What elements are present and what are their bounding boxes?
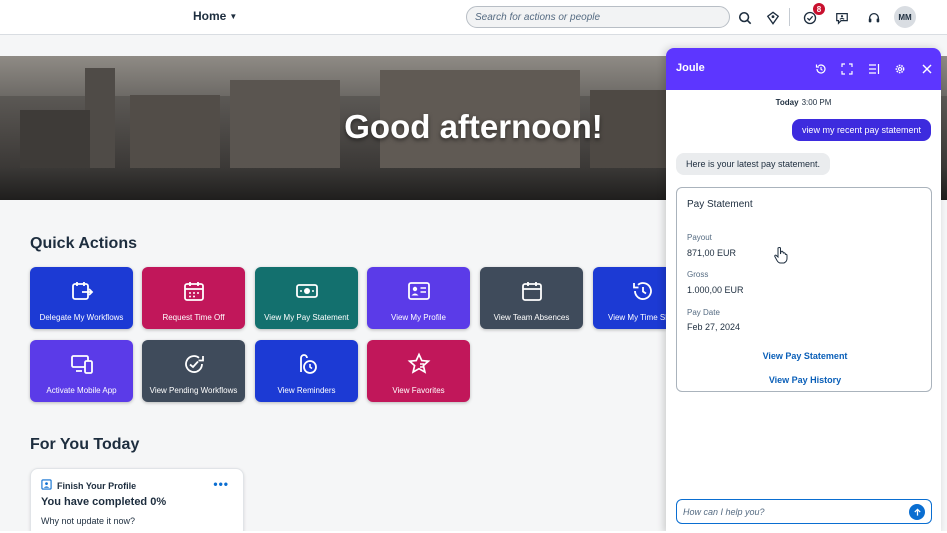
tile-view-reminders[interactable]: View Reminders <box>255 340 358 402</box>
tile-view-my-pay-statement[interactable]: View My Pay Statement <box>255 267 358 329</box>
tile-view-my-profile[interactable]: View My Profile <box>367 267 470 329</box>
tile-label: Delegate My Workflows <box>39 313 124 322</box>
tile-view-my-time-sheet[interactable]: View My Time Sheet <box>593 267 666 329</box>
history-icon <box>630 278 656 304</box>
delegate-workflow-icon <box>69 278 95 304</box>
tile-label: View Favorites <box>392 386 445 395</box>
gear-icon[interactable] <box>893 62 907 76</box>
card-header: Finish Your Profile <box>41 479 136 492</box>
pay-statement-card: Pay Statement Payout 871,00 EUR Gross 1.… <box>676 187 932 392</box>
for-you-title: For You Today <box>30 436 140 453</box>
view-pay-history-link[interactable]: View Pay History <box>677 375 933 385</box>
tile-delegate-my-workflows[interactable]: Delegate My Workflows <box>30 267 133 329</box>
user-avatar[interactable]: MM <box>894 6 916 28</box>
money-icon <box>294 278 320 304</box>
expand-icon[interactable] <box>840 62 854 76</box>
tile-label: Request Time Off <box>162 313 225 322</box>
gross-label: Gross <box>687 270 709 279</box>
quick-actions-title: Quick Actions <box>30 235 137 252</box>
tile-view-pending-workflows[interactable]: View Pending Workflows <box>142 340 245 402</box>
calendar-icon <box>181 278 207 304</box>
joule-header: Joule <box>666 48 941 90</box>
tile-activate-mobile-app[interactable]: Activate Mobile App <box>30 340 133 402</box>
home-menu-button[interactable]: Home ▼ <box>193 9 237 23</box>
tile-label: View Reminders <box>277 386 336 395</box>
card-heading: Finish Your Profile <box>57 480 137 491</box>
tile-label: View Team Absences <box>493 313 570 322</box>
caret-down-icon: ▼ <box>229 12 238 21</box>
bot-message-bubble: Here is your latest pay statement. <box>676 153 831 175</box>
headset-help-icon[interactable] <box>865 9 883 27</box>
chat-timestamp: Today 3:00 PM <box>666 98 941 107</box>
send-arrow-icon[interactable] <box>909 504 925 520</box>
card-main-text: You have completed 0% <box>41 496 167 508</box>
profile-card-icon <box>406 278 432 304</box>
tile-view-favorites[interactable]: View Favorites <box>367 340 470 402</box>
joule-title: Joule <box>676 62 705 74</box>
pay-date-label: Pay Date <box>687 308 720 317</box>
history-icon[interactable] <box>814 62 828 76</box>
hand-cursor-icon <box>774 247 788 264</box>
profile-card-icon <box>41 479 52 492</box>
reminder-icon <box>294 351 320 377</box>
chat-day: Today <box>775 98 799 107</box>
view-pay-statement-link[interactable]: View Pay Statement <box>677 351 933 361</box>
payout-label: Payout <box>687 233 712 242</box>
more-options-icon[interactable]: ••• <box>213 477 229 491</box>
payout-value: 871,00 EUR <box>687 248 737 258</box>
finish-profile-card[interactable]: Finish Your Profile ••• You have complet… <box>30 468 244 533</box>
joule-message-input[interactable] <box>683 504 901 520</box>
tile-label: View Pending Workflows <box>149 386 238 395</box>
side-panel-icon[interactable] <box>867 62 881 76</box>
tile-label: View My Profile <box>391 313 446 322</box>
star-icon <box>406 351 432 377</box>
tile-label: Activate Mobile App <box>46 386 117 395</box>
card-sub-text: Why not update it now? <box>41 516 136 526</box>
user-message-bubble: view my recent pay statement <box>791 119 931 141</box>
close-icon[interactable] <box>920 62 934 76</box>
notification-badge: 8 <box>813 3 825 15</box>
header-divider <box>789 8 790 26</box>
tile-view-team-absences[interactable]: View Team Absences <box>480 267 583 329</box>
shell-header: Home▼ 8 MM <box>0 0 947 35</box>
chat-time: 3:00 PM <box>801 98 832 107</box>
tile-label: View My Time Sheet <box>608 313 666 322</box>
joule-assistant-panel: Joule Today 3:00 PM view my recent pay st… <box>666 48 941 533</box>
search-icon[interactable] <box>736 9 754 27</box>
feedback-icon[interactable] <box>833 9 851 27</box>
home-menu-label: Home <box>193 9 227 23</box>
pay-date-value: Feb 27, 2024 <box>687 322 741 332</box>
tile-label: View My Pay Statement <box>264 313 349 322</box>
mobile-device-icon <box>69 351 95 377</box>
joule-input-box <box>676 499 932 524</box>
pending-workflow-icon <box>181 351 207 377</box>
calendar-icon <box>519 278 545 304</box>
tile-request-time-off[interactable]: Request Time Off <box>142 267 245 329</box>
gross-value: 1.000,00 EUR <box>687 285 744 295</box>
search-input[interactable] <box>466 6 730 28</box>
pay-card-title: Pay Statement <box>687 199 753 210</box>
location-pin-icon[interactable] <box>764 9 782 27</box>
